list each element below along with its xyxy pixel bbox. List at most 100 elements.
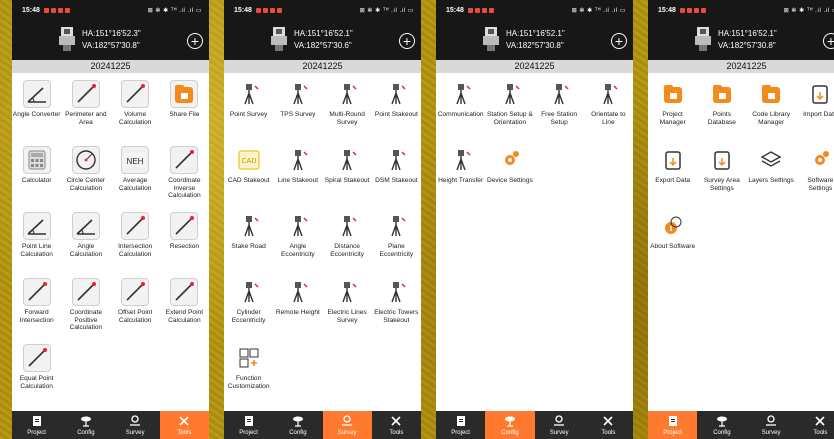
function-item[interactable]: Points Database	[697, 78, 746, 136]
function-item[interactable]: Point Line Calculation	[12, 210, 61, 268]
total-station-icon	[271, 27, 287, 51]
function-item[interactable]: Station Setup & Orientation	[485, 78, 534, 136]
function-item[interactable]: Layers Settings	[747, 144, 796, 202]
ha-value: HA:151°16'52.1"	[718, 29, 777, 38]
function-item[interactable]: CAD CAD Stakeout	[224, 144, 273, 202]
function-label: Plane Eccentricity	[379, 243, 414, 258]
add-button[interactable]: +	[611, 33, 627, 49]
function-item[interactable]: Software Settings	[796, 144, 834, 202]
nav-tab-survey[interactable]: Survey	[111, 411, 160, 439]
function-item[interactable]: Coordinate Positive Calculation	[61, 276, 110, 334]
function-item[interactable]: Height Transfer	[436, 144, 485, 202]
function-label: Layers Settings	[748, 177, 794, 184]
function-label: Line Stakeout	[277, 177, 319, 184]
distance-eccentricity-icon	[333, 212, 361, 240]
nav-tab-config[interactable]: Config	[273, 411, 322, 439]
nav-tab-config[interactable]: Config	[485, 411, 535, 439]
function-item[interactable]: Multi-Round Survey	[323, 78, 372, 136]
function-label: Import Data	[803, 111, 834, 118]
function-item[interactable]: Plane Eccentricity	[372, 210, 421, 268]
nav-tab-project[interactable]: Project	[436, 411, 485, 439]
function-item[interactable]: Survey Area Settings	[697, 144, 746, 202]
function-item[interactable]: Line Stakeout	[273, 144, 322, 202]
function-item[interactable]: Calculator	[12, 144, 61, 202]
function-item[interactable]: Angle Converter	[12, 78, 61, 136]
function-item[interactable]: TPS Survey	[273, 78, 322, 136]
svg-text:NEH: NEH	[127, 157, 144, 166]
function-item[interactable]: Remote Height	[273, 276, 322, 334]
nav-tab-tools[interactable]: Tools	[584, 411, 633, 439]
function-item[interactable]: Orientate to Line	[584, 78, 633, 136]
notification-icons	[43, 7, 70, 13]
function-item[interactable]: Electric Lines Survey	[323, 276, 372, 334]
function-item[interactable]: Volume Calculation	[111, 78, 160, 136]
function-item[interactable]: About Software	[648, 210, 697, 268]
function-item[interactable]: Coordinate Inverse Calculation	[160, 144, 209, 202]
function-item[interactable]: Resection	[160, 210, 209, 268]
function-item[interactable]: Point Stakeout	[372, 78, 421, 136]
function-item[interactable]: Distance Eccentricity	[323, 210, 372, 268]
function-item[interactable]: Electric Towers Stakeout	[372, 276, 421, 334]
nav-tab-tools[interactable]: Tools	[372, 411, 421, 439]
average-icon: NEH	[121, 146, 150, 174]
function-item[interactable]: DSM Stakeout	[372, 144, 421, 202]
function-label: Point Line Calculation	[20, 243, 53, 258]
function-item[interactable]: Import Data	[796, 78, 834, 136]
function-item[interactable]: NEH Average Calculation	[111, 144, 160, 202]
station-setup-orientation-icon	[496, 80, 524, 108]
electric-towers-icon	[382, 278, 410, 306]
nav-tab-project[interactable]: Project	[224, 411, 273, 439]
add-button[interactable]: +	[823, 33, 834, 49]
function-grid: Project Manager Points Database Code Libra…	[648, 78, 834, 268]
function-item[interactable]: Project Manager	[648, 78, 697, 136]
function-label: Points Database	[707, 111, 736, 126]
nav-tab-project[interactable]: Project	[12, 411, 61, 439]
nav-tab-survey[interactable]: Survey	[322, 411, 372, 439]
function-item[interactable]: Device Settings	[485, 144, 534, 202]
function-item[interactable]: Offset Point Calculation	[111, 276, 160, 334]
nav-label: Config	[713, 429, 731, 436]
function-label: Multi-Round Survey	[329, 111, 365, 126]
nav-tab-survey[interactable]: Survey	[535, 411, 584, 439]
function-label: Communication	[437, 111, 484, 118]
function-item[interactable]: Export Data	[648, 144, 697, 202]
function-item[interactable]: Code Library Manager	[747, 78, 796, 136]
function-item[interactable]: Point Survey	[224, 78, 273, 136]
nav-tab-tools[interactable]: Tools	[159, 411, 209, 439]
function-item[interactable]: Extend Point Calculation	[160, 276, 209, 334]
angle-readout: HA:151°16'52.1" VA:182°57'30.8"	[718, 28, 777, 52]
function-item[interactable]: Angle Calculation	[61, 210, 110, 268]
add-button[interactable]: +	[399, 33, 415, 49]
nav-tab-survey[interactable]: Survey	[747, 411, 796, 439]
config-nav-icon	[80, 415, 92, 430]
function-label: Orientate to Line	[591, 111, 626, 126]
tools-nav-icon	[178, 415, 190, 430]
function-item[interactable]: Angle Eccentricity	[273, 210, 322, 268]
export-data-icon	[659, 146, 687, 174]
function-item[interactable]: Function Customization	[224, 342, 273, 400]
project-manager-icon	[659, 80, 687, 108]
bottom-nav: Project Config Survey Tools	[648, 411, 834, 439]
function-label: Project Manager	[659, 111, 686, 126]
nav-tab-tools[interactable]: Tools	[796, 411, 834, 439]
date-bar: 20241225	[436, 60, 633, 73]
nav-tab-config[interactable]: Config	[61, 411, 110, 439]
function-item[interactable]: Stake Road	[224, 210, 273, 268]
add-button[interactable]: +	[187, 33, 203, 49]
function-item[interactable]: Spiral Stakeout	[323, 144, 372, 202]
function-item[interactable]: Share File	[160, 78, 209, 136]
function-item[interactable]: Cylinder Eccentricity	[224, 276, 273, 334]
coordinate-inverse-icon	[170, 146, 199, 174]
function-item[interactable]: Equal Point Calculation	[12, 342, 61, 400]
function-item[interactable]: Forward Intersection	[12, 276, 61, 334]
function-item[interactable]: Communication	[436, 78, 485, 136]
nav-tab-project[interactable]: Project	[648, 411, 698, 439]
status-time: 15:48	[234, 6, 252, 14]
function-item[interactable]: Perimeter and Area	[61, 78, 110, 136]
nav-tab-config[interactable]: Config	[697, 411, 746, 439]
function-label: Coordinate Inverse Calculation	[168, 177, 201, 199]
height-transfer-icon	[447, 146, 475, 174]
function-item[interactable]: Circle Center Calculation	[61, 144, 110, 202]
function-item[interactable]: Free Station Setup	[535, 78, 584, 136]
function-item[interactable]: Intersection Calculation	[111, 210, 160, 268]
